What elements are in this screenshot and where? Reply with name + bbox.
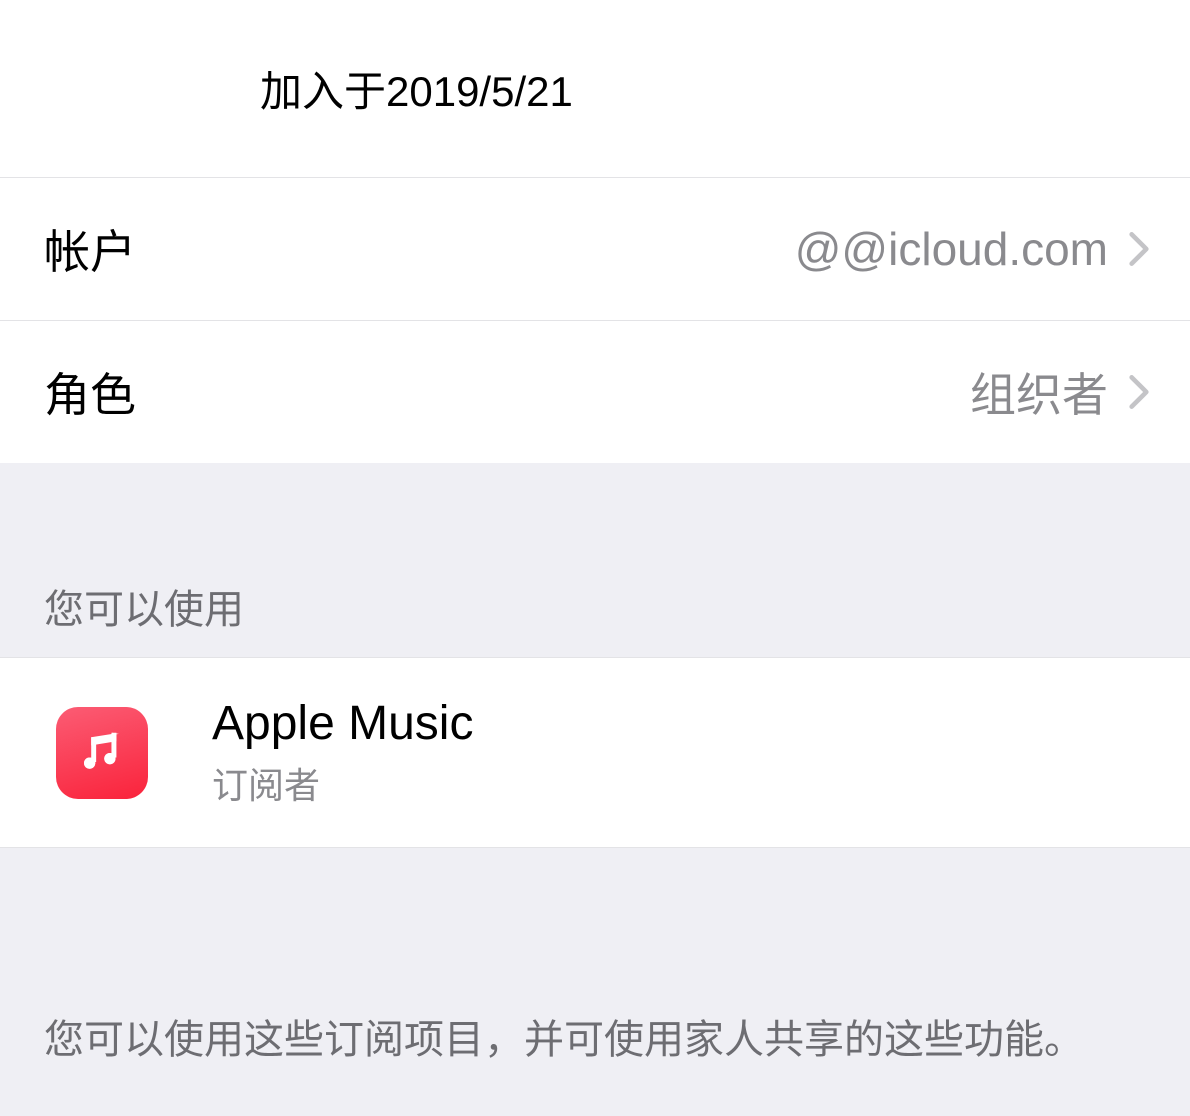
role-row[interactable]: 角色 组织者 xyxy=(0,320,1190,463)
available-section-header: 您可以使用 xyxy=(0,577,1190,657)
chevron-right-icon xyxy=(1128,373,1150,411)
role-value-wrap: 组织者 xyxy=(970,359,1150,425)
account-value: @@icloud.com xyxy=(795,222,1108,276)
role-value: 组织者 xyxy=(970,359,1108,425)
account-row[interactable]: 帐户 @@icloud.com xyxy=(0,177,1190,320)
profile-header: 加入于2019/5/21 xyxy=(0,0,1190,177)
account-value-wrap: @@icloud.com xyxy=(795,222,1150,276)
footer-description: 您可以使用这些订阅项目，并可使用家人共享的这些功能。 xyxy=(0,848,1190,1068)
apple-music-title: Apple Music xyxy=(212,696,473,751)
account-label: 帐户 xyxy=(44,216,136,282)
role-label: 角色 xyxy=(44,359,136,425)
chevron-right-icon xyxy=(1128,230,1150,268)
joined-date-label: 加入于2019/5/21 xyxy=(260,58,1190,119)
apple-music-row[interactable]: Apple Music 订阅者 xyxy=(0,657,1190,848)
apple-music-icon xyxy=(56,707,148,799)
account-info-section: 帐户 @@icloud.com 角色 组织者 xyxy=(0,177,1190,463)
apple-music-text: Apple Music 订阅者 xyxy=(212,696,473,809)
available-section-header-wrap: 您可以使用 xyxy=(0,463,1190,657)
apple-music-subtitle: 订阅者 xyxy=(212,757,473,809)
